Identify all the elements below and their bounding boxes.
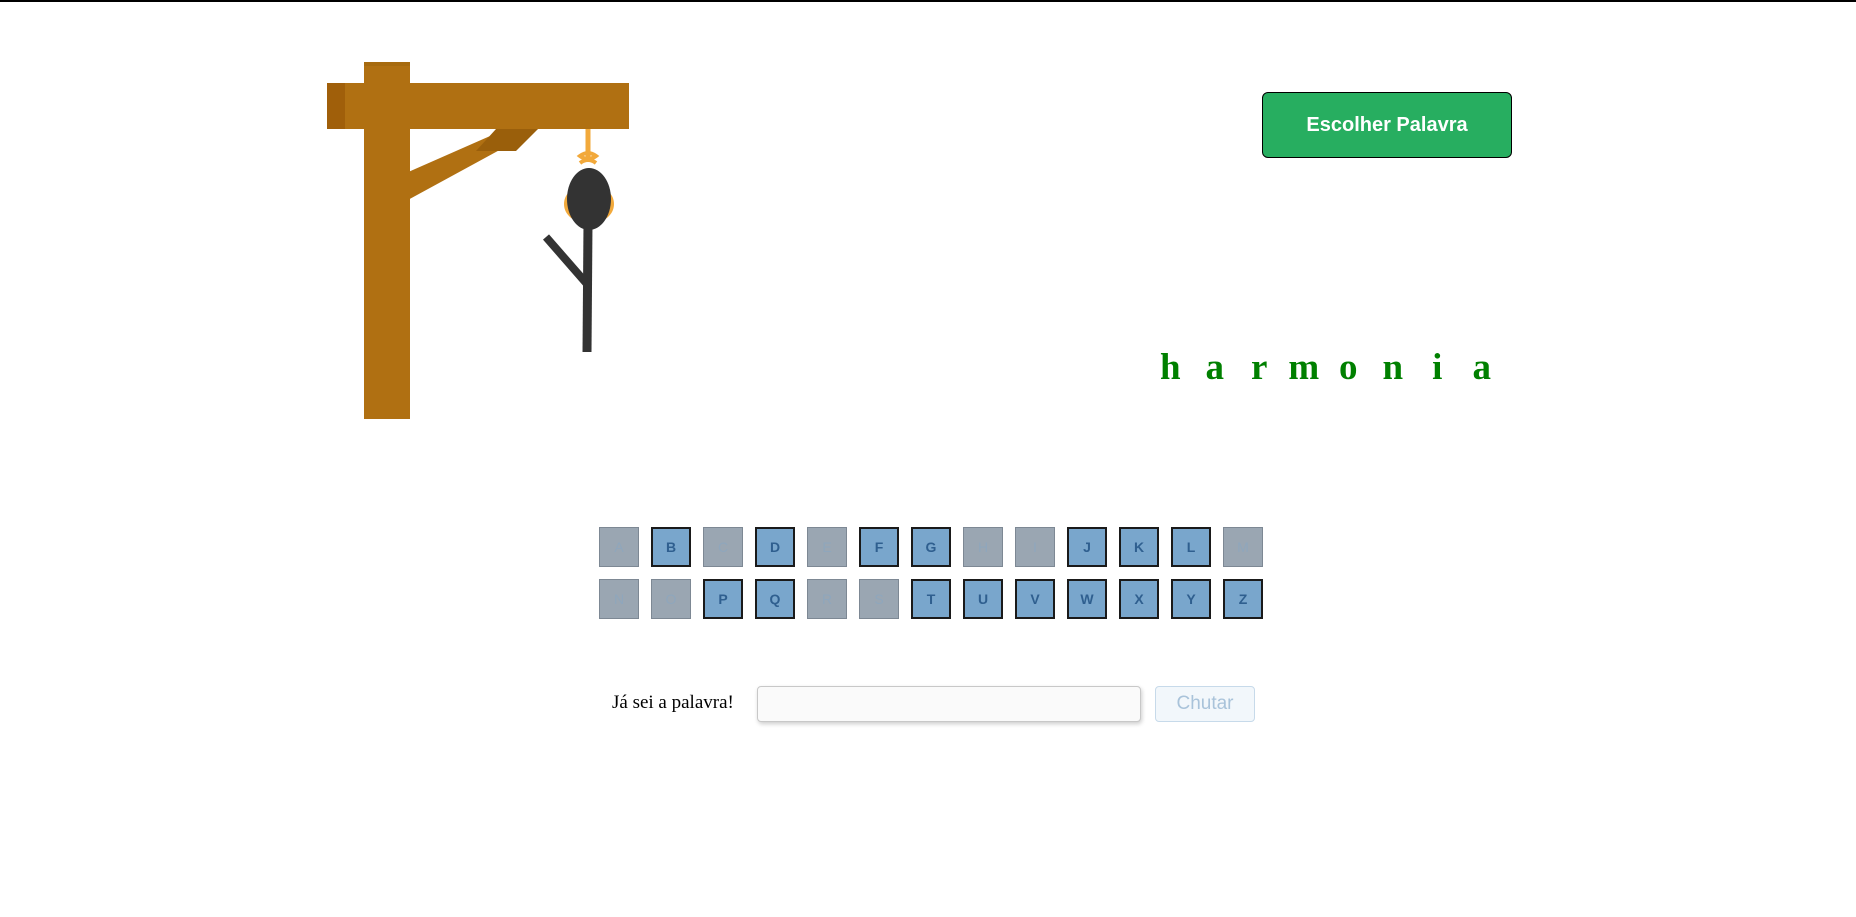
key-u[interactable]: U [963, 579, 1003, 619]
word-letter: a [1472, 347, 1492, 388]
key-n: N [599, 579, 639, 619]
key-d[interactable]: D [755, 527, 795, 567]
choose-word-button[interactable]: Escolher Palavra [1262, 92, 1512, 158]
key-e: E [807, 527, 847, 567]
word-letter: r [1251, 347, 1268, 388]
key-w[interactable]: W [1067, 579, 1107, 619]
key-r: R [807, 579, 847, 619]
guess-button[interactable]: Chutar [1155, 686, 1255, 722]
key-b[interactable]: B [651, 527, 691, 567]
word-letter: a [1205, 347, 1225, 388]
key-t[interactable]: T [911, 579, 951, 619]
key-q[interactable]: Q [755, 579, 795, 619]
top-border [0, 0, 1856, 2]
key-x[interactable]: X [1119, 579, 1159, 619]
key-s: S [859, 579, 899, 619]
word-letter: o [1339, 347, 1358, 388]
key-m: M [1223, 527, 1263, 567]
key-o: O [651, 579, 691, 619]
key-a: A [599, 527, 639, 567]
key-z[interactable]: Z [1223, 579, 1263, 619]
word-letter: i [1432, 347, 1443, 388]
key-y[interactable]: Y [1171, 579, 1211, 619]
key-h: H [963, 527, 1003, 567]
key-c: C [703, 527, 743, 567]
word-letter: h [1159, 347, 1181, 388]
key-g[interactable]: G [911, 527, 951, 567]
gallows-drawing [327, 62, 629, 419]
word-display: harmonia [1148, 346, 1504, 396]
key-k[interactable]: K [1119, 527, 1159, 567]
letter-keyboard: ABCDEFGHIJKLM NOPQRSTUVWXYZ [599, 527, 1265, 631]
keyboard-row: ABCDEFGHIJKLM [599, 527, 1265, 567]
key-f[interactable]: F [859, 527, 899, 567]
guess-label: Já sei a palavra! [612, 692, 734, 713]
key-v[interactable]: V [1015, 579, 1055, 619]
key-j[interactable]: J [1067, 527, 1107, 567]
key-p[interactable]: P [703, 579, 743, 619]
key-i: I [1015, 527, 1055, 567]
word-letter: n [1382, 347, 1404, 388]
guess-input[interactable] [757, 686, 1141, 722]
key-l[interactable]: L [1171, 527, 1211, 567]
keyboard-row: NOPQRSTUVWXYZ [599, 579, 1265, 619]
word-letter: m [1288, 347, 1320, 388]
hanged-figure-icon [542, 168, 611, 353]
